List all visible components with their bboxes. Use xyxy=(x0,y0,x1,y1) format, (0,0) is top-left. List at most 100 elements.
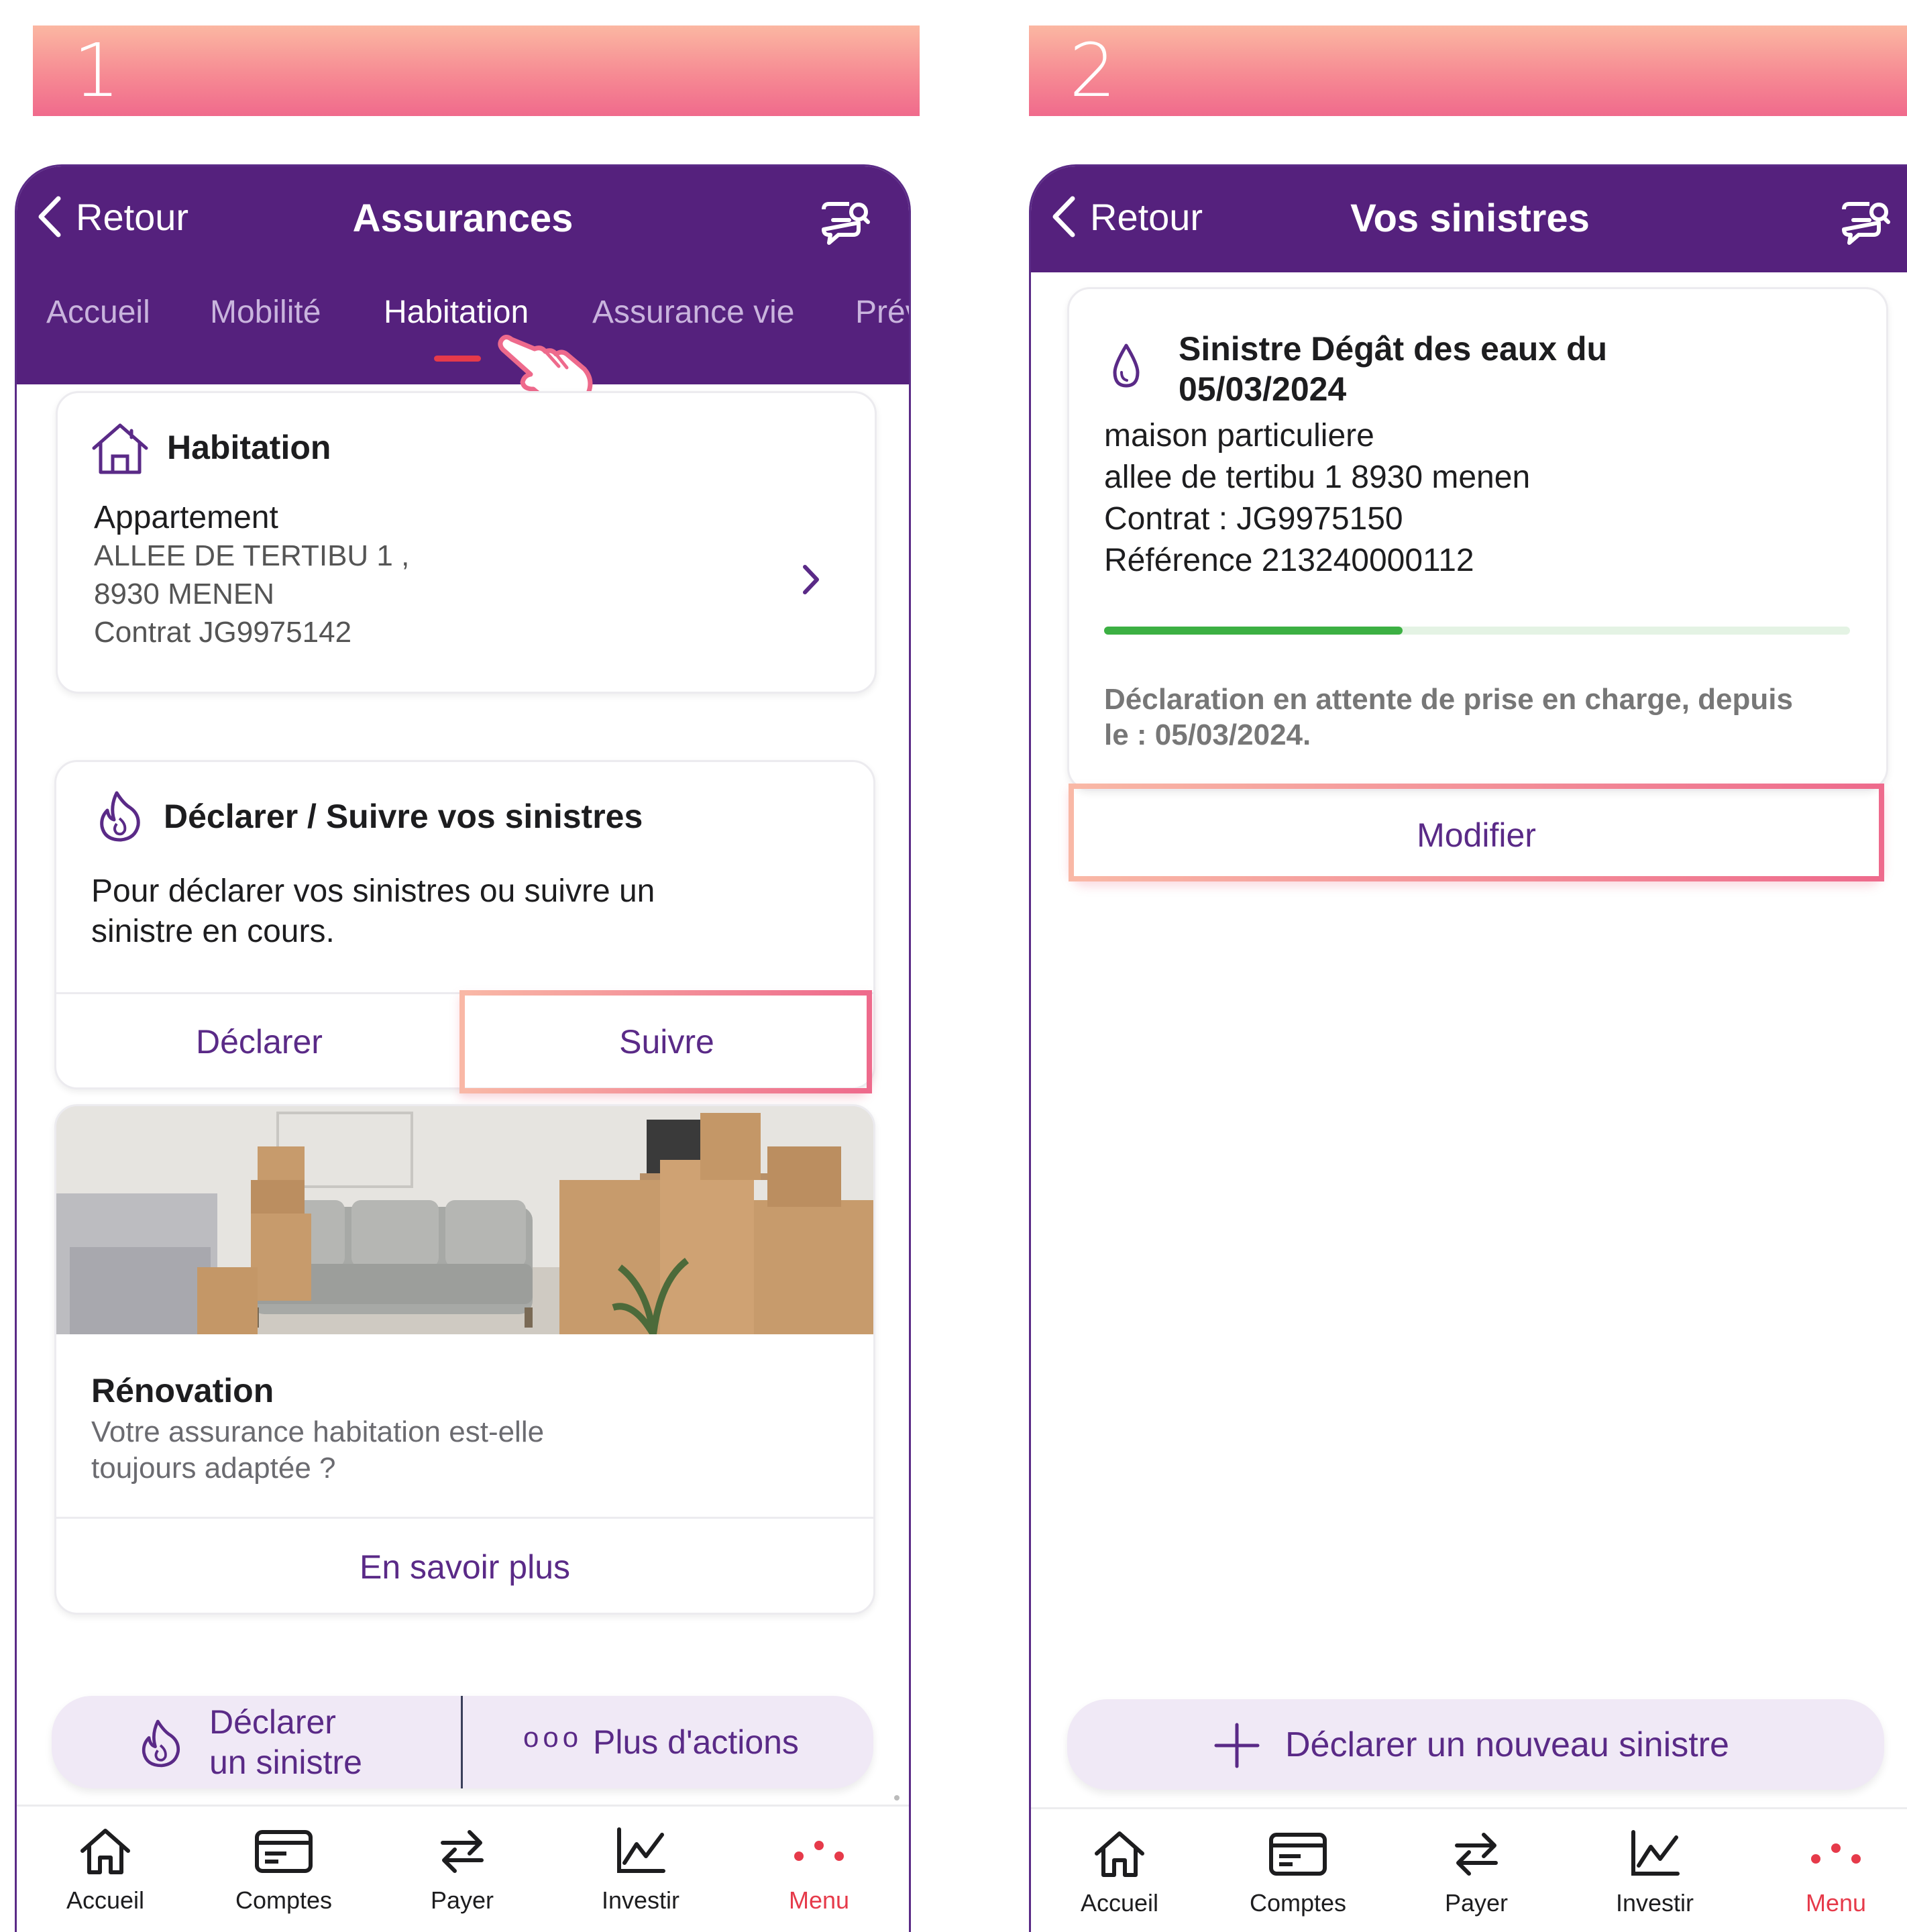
step-number: 1 xyxy=(73,28,120,113)
bottom-tab-bar: Accueil Comptes Payer Investir Menu xyxy=(17,1805,909,1932)
living-room-photo xyxy=(56,1106,873,1334)
dots-icon xyxy=(1811,1843,1861,1864)
declare-button[interactable]: Déclarer xyxy=(56,1022,462,1061)
declare-claim-label: un sinistre xyxy=(209,1743,362,1781)
tabbar-label: Comptes xyxy=(235,1886,333,1914)
dots-icon xyxy=(794,1841,844,1861)
habitation-card[interactable]: Habitation Appartement ALLEE DE TERTIBU … xyxy=(56,391,877,694)
tabbar-label: Menu xyxy=(1805,1889,1867,1917)
more-dots-icon: ooo xyxy=(523,1721,583,1753)
tab-accueil[interactable]: Accueil xyxy=(46,294,150,331)
claim-title: Sinistre Dégât des eaux du xyxy=(1179,330,1608,368)
transfer-icon xyxy=(1455,1833,1498,1876)
scroll-indicator xyxy=(894,1795,900,1801)
new-claim-label: Déclarer un nouveau sinistre xyxy=(1285,1725,1729,1764)
tabbar-investir[interactable]: Investir xyxy=(574,1827,708,1915)
chart-icon xyxy=(617,1827,665,1873)
tab-assurance-vie[interactable]: Assurance vie xyxy=(592,294,794,331)
tabbar-label: Menu xyxy=(788,1886,850,1914)
chat-search-icon[interactable] xyxy=(818,200,872,247)
claim-progress-bar xyxy=(1104,627,1850,635)
declare-claim-action[interactable]: Déclarer un sinistre xyxy=(52,1696,461,1788)
app-header: Retour Assurances Accueil Mobilité Habit… xyxy=(17,166,909,384)
claim-progress-fill xyxy=(1104,627,1403,635)
house-icon xyxy=(92,423,148,474)
follow-highlight xyxy=(459,990,872,1093)
phone-screen-1: Retour Assurances Accueil Mobilité Habit… xyxy=(15,164,911,1932)
learn-more-button[interactable]: En savoir plus xyxy=(56,1548,873,1587)
declare-claim-label: Déclarer xyxy=(209,1703,336,1741)
transfer-icon xyxy=(441,1830,484,1873)
back-label: Retour xyxy=(76,195,189,238)
modify-button[interactable]: Modifier xyxy=(1069,816,1884,855)
claim-status: le : 05/03/2024. xyxy=(1104,718,1311,751)
card-title: Habitation xyxy=(167,429,331,466)
claim-card: Sinistre Dégât des eaux du 05/03/2024 ma… xyxy=(1067,287,1888,791)
renovation-card: Rénovation Votre assurance habitation es… xyxy=(54,1104,875,1615)
back-button[interactable]: Retour xyxy=(37,193,188,240)
tabbar-label: Investir xyxy=(601,1886,680,1914)
tabbar-label: Payer xyxy=(1444,1889,1509,1917)
tabbar-menu[interactable]: Menu xyxy=(1769,1829,1903,1917)
step-banner-1: 1 xyxy=(33,25,920,116)
address-line-2: 8930 MENEN xyxy=(94,578,275,610)
tabbar-payer[interactable]: Payer xyxy=(1409,1829,1543,1917)
back-button[interactable]: Retour xyxy=(1051,193,1203,240)
claim-date: 05/03/2024 xyxy=(1179,370,1347,408)
chevron-right-icon[interactable] xyxy=(801,564,821,595)
tab-habitation[interactable]: Habitation xyxy=(384,294,529,331)
tabbar-accueil[interactable]: Accueil xyxy=(38,1827,172,1915)
contract-number: Contrat JG9975142 xyxy=(94,616,352,649)
divider xyxy=(56,1517,873,1519)
phone-screen-2: Retour Vos sinistres Sinistre Dégât des … xyxy=(1029,164,1907,1932)
bottom-tab-bar: Accueil Comptes Payer Investir Menu xyxy=(1031,1807,1907,1932)
more-actions-button[interactable]: ooo Plus d'actions xyxy=(463,1696,873,1788)
tab-prevoyance[interactable]: Prév xyxy=(855,294,909,331)
tabbar-label: Payer xyxy=(430,1886,494,1914)
chat-search-icon[interactable] xyxy=(1839,200,1892,247)
floating-action-bar: Déclarer un sinistre ooo Plus d'actions xyxy=(52,1696,873,1788)
tabbar-label: Comptes xyxy=(1249,1889,1347,1917)
active-tab-indicator xyxy=(434,356,481,362)
tabbar-label: Accueil xyxy=(1080,1889,1159,1917)
card-description: Votre assurance habitation est-elle xyxy=(91,1415,545,1448)
tabbar-payer[interactable]: Payer xyxy=(395,1827,529,1915)
flame-icon xyxy=(100,791,140,842)
step-number: 2 xyxy=(1069,28,1116,113)
flame-icon xyxy=(142,1719,180,1768)
back-label: Retour xyxy=(1090,195,1203,238)
card-title: Déclarer / Suivre vos sinistres xyxy=(164,798,643,835)
plus-icon xyxy=(1214,1723,1260,1768)
card-icon xyxy=(1269,1833,1327,1876)
home-icon xyxy=(80,1829,130,1874)
tabbar-label: Accueil xyxy=(66,1886,145,1914)
card-description: toujours adaptée ? xyxy=(91,1452,336,1485)
address-line-1: ALLEE DE TERTIBU 1 , xyxy=(94,539,410,572)
claim-status: Déclaration en attente de prise en charg… xyxy=(1104,683,1793,716)
new-claim-button[interactable]: Déclarer un nouveau sinistre xyxy=(1067,1699,1884,1790)
home-icon xyxy=(1095,1831,1144,1877)
chevron-left-icon xyxy=(38,196,61,237)
app-header: Retour Vos sinistres xyxy=(1031,166,1907,272)
claim-detail: Référence 213240000112 xyxy=(1104,543,1474,578)
card-description: sinistre en cours. xyxy=(91,914,335,949)
tabbar-accueil[interactable]: Accueil xyxy=(1052,1829,1187,1917)
water-drop-icon xyxy=(1113,343,1140,388)
step-banner-2: 2 xyxy=(1029,25,1907,116)
tabbar-label: Investir xyxy=(1615,1889,1694,1917)
tabbar-comptes[interactable]: Comptes xyxy=(217,1827,351,1915)
card-description: Pour déclarer vos sinistres ou suivre un xyxy=(91,873,655,909)
tab-mobilite[interactable]: Mobilité xyxy=(210,294,321,331)
chevron-left-icon xyxy=(1052,196,1075,237)
tabbar-investir[interactable]: Investir xyxy=(1588,1829,1722,1917)
more-actions-label: Plus d'actions xyxy=(593,1723,799,1761)
tabbar-comptes[interactable]: Comptes xyxy=(1231,1829,1365,1917)
claim-detail: maison particuliere xyxy=(1104,418,1374,453)
tabbar-menu[interactable]: Menu xyxy=(752,1827,886,1915)
property-type: Appartement xyxy=(94,500,278,535)
chart-icon xyxy=(1631,1830,1680,1876)
claim-detail: allee de tertibu 1 8930 menen xyxy=(1104,460,1531,495)
card-title: Rénovation xyxy=(91,1372,274,1409)
card-icon xyxy=(255,1830,313,1873)
claim-detail: Contrat : JG9975150 xyxy=(1104,501,1403,537)
